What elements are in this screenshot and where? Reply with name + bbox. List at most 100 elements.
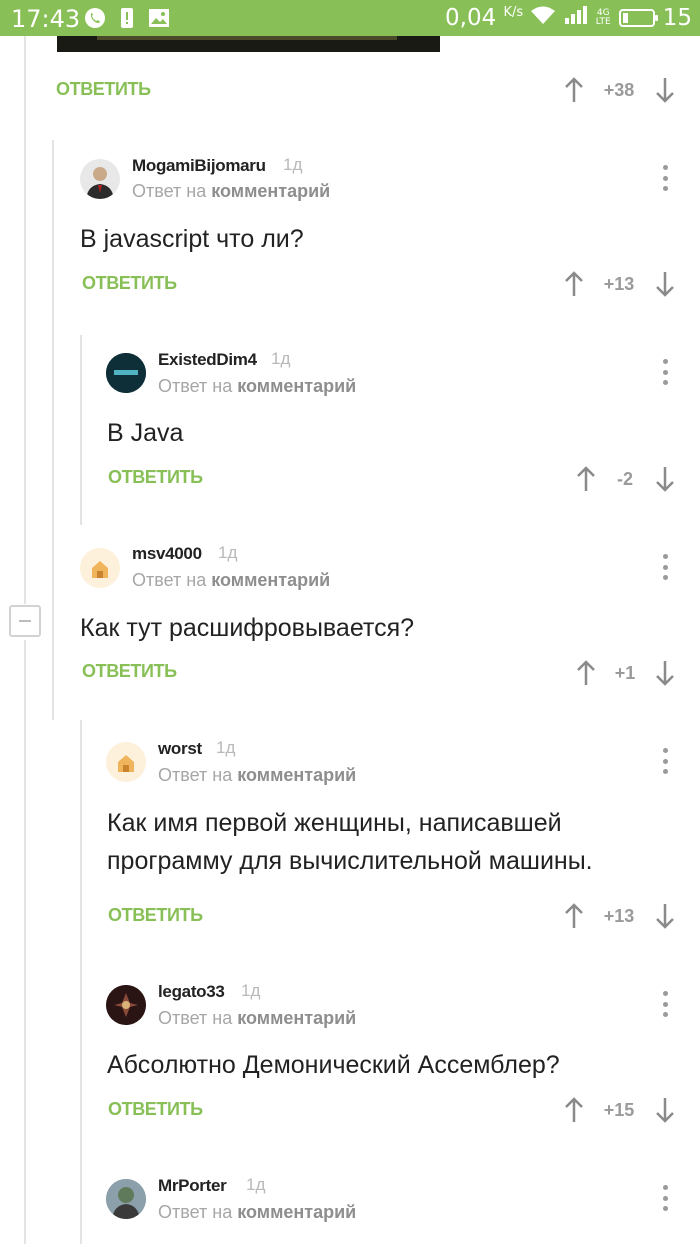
battery-icon bbox=[618, 9, 658, 27]
reply-to-link[interactable]: комментарий bbox=[237, 1008, 356, 1028]
avatar[interactable] bbox=[106, 353, 146, 393]
network-speed-unit: K/s bbox=[503, 5, 524, 20]
collapse-thread-button[interactable] bbox=[9, 605, 41, 637]
network-speed-value: 0,04 bbox=[445, 5, 497, 31]
comment-username[interactable]: legato33 bbox=[158, 982, 225, 1002]
upvote-arrow-icon[interactable] bbox=[564, 903, 584, 929]
downvote-arrow-icon[interactable] bbox=[655, 903, 675, 929]
reply-button[interactable]: ОТВЕТИТЬ bbox=[82, 661, 177, 682]
reply-to-line: Ответ на комментарий bbox=[132, 570, 330, 591]
reply-to-line: Ответ на комментарий bbox=[158, 1008, 356, 1029]
comment-username[interactable]: MrPorter bbox=[158, 1176, 227, 1196]
avatar[interactable] bbox=[106, 1179, 146, 1219]
reply-to-prefix: Ответ на bbox=[132, 181, 207, 201]
upvote-arrow-icon[interactable] bbox=[564, 1097, 584, 1123]
reply-button[interactable]: ОТВЕТИТЬ bbox=[108, 905, 203, 926]
comment-text-line: Как тут расшифровывается? bbox=[80, 614, 415, 642]
upvote-arrow-icon[interactable] bbox=[576, 660, 596, 686]
avatar[interactable] bbox=[106, 742, 146, 782]
battery-level: 15 bbox=[662, 5, 692, 31]
reply-to-link[interactable]: комментарий bbox=[211, 570, 330, 590]
downvote-arrow-icon[interactable] bbox=[655, 466, 675, 492]
comment-score: +1 bbox=[614, 663, 636, 683]
upvote-arrow-icon[interactable] bbox=[564, 271, 584, 297]
avatar[interactable] bbox=[80, 548, 120, 588]
reply-to-line: Ответ на комментарий bbox=[158, 376, 356, 397]
reply-to-link[interactable]: комментарий bbox=[237, 765, 356, 785]
avatar[interactable] bbox=[106, 985, 146, 1025]
downvote-arrow-icon[interactable] bbox=[655, 660, 675, 686]
notification-icons bbox=[84, 7, 170, 29]
reply-to-line: Ответ на комментарий bbox=[158, 765, 356, 786]
comment-score: +13 bbox=[603, 274, 635, 294]
avatar[interactable] bbox=[80, 159, 120, 199]
upvote-arrow-icon[interactable] bbox=[576, 466, 596, 492]
more-options-icon[interactable] bbox=[660, 359, 670, 385]
reply-to-line: Ответ на комментарий bbox=[158, 1202, 356, 1223]
comment-age: 1д bbox=[218, 543, 238, 562]
comment-username[interactable]: ExistedDim4 bbox=[158, 350, 257, 370]
reply-to-link[interactable]: комментарий bbox=[237, 1202, 356, 1222]
downvote-arrow-icon[interactable] bbox=[655, 77, 675, 103]
thread-line-level-2 bbox=[80, 335, 82, 525]
wifi-icon bbox=[530, 5, 556, 31]
more-options-icon[interactable] bbox=[660, 748, 670, 774]
thread-line-root bbox=[24, 36, 26, 604]
comment-text-line: В javascript что ли? bbox=[80, 225, 304, 253]
comment-text: Как тут расшифровывается? bbox=[80, 609, 414, 647]
thread-line-level-2b bbox=[80, 720, 82, 1244]
upvote-arrow-icon[interactable] bbox=[564, 77, 584, 103]
gallery-icon bbox=[148, 7, 170, 29]
comment-score: -2 bbox=[616, 469, 633, 489]
reply-to-prefix: Ответ на bbox=[158, 765, 233, 785]
reply-button[interactable]: ОТВЕТИТЬ bbox=[56, 79, 151, 100]
reply-button[interactable]: ОТВЕТИТЬ bbox=[108, 1099, 203, 1120]
comment-age: 1д bbox=[271, 349, 291, 368]
comment-text-line: программу для вычислительной машины. bbox=[107, 847, 593, 875]
network-type: 4G LTE bbox=[596, 9, 611, 27]
reply-to-prefix: Ответ на bbox=[132, 570, 207, 590]
comment-score: +38 bbox=[603, 80, 635, 100]
reply-button[interactable]: ОТВЕТИТЬ bbox=[108, 467, 203, 488]
more-options-icon[interactable] bbox=[660, 991, 670, 1017]
notification-icon bbox=[116, 7, 138, 29]
comment-text-line: Как имя первой женщины, написавшей bbox=[107, 809, 562, 837]
status-time: 17:43 bbox=[11, 5, 81, 33]
status-bar: 17:43 0,04 K/s 4G LTE 15 bbox=[0, 0, 700, 36]
reply-to-prefix: Ответ на bbox=[158, 1202, 233, 1222]
status-right: 4G LTE 15 bbox=[530, 5, 692, 31]
thread-line-level-1 bbox=[52, 140, 54, 720]
comments-screen: 17:43 0,04 K/s 4G LTE 15 ОТВЕТИТЬ +38 Mo… bbox=[0, 0, 700, 1244]
comment-score: +13 bbox=[603, 906, 635, 926]
comment-score: +15 bbox=[603, 1100, 635, 1120]
comment-username[interactable]: msv4000 bbox=[132, 544, 202, 564]
reply-to-prefix: Ответ на bbox=[158, 376, 233, 396]
comment-text-line: В Java bbox=[107, 419, 184, 447]
reply-button[interactable]: ОТВЕТИТЬ bbox=[82, 273, 177, 294]
network-type-bottom: LTE bbox=[595, 17, 611, 27]
more-options-icon[interactable] bbox=[660, 554, 670, 580]
comment-text: Абсолютно Демонический Ассемблер? bbox=[107, 1046, 560, 1084]
comment-username[interactable]: MogamiBijomaru bbox=[132, 156, 266, 176]
downvote-arrow-icon[interactable] bbox=[655, 271, 675, 297]
network-speed: 0,04 K/s bbox=[445, 5, 523, 31]
downvote-arrow-icon[interactable] bbox=[655, 1097, 675, 1123]
reply-to-line: Ответ на комментарий bbox=[132, 181, 330, 202]
reply-to-link[interactable]: комментарий bbox=[237, 376, 356, 396]
comment-username[interactable]: worst bbox=[158, 739, 202, 759]
comment-text: В Java bbox=[107, 414, 183, 452]
comment-text: В javascript что ли? bbox=[80, 220, 304, 258]
comment-age: 1д bbox=[283, 155, 303, 174]
comment-age: 1д bbox=[241, 981, 261, 1000]
comment-text: Как имя первой женщины, написавшей прогр… bbox=[107, 804, 593, 880]
comment-age: 1д bbox=[216, 738, 236, 757]
viber-icon bbox=[84, 7, 106, 29]
post-image[interactable] bbox=[57, 36, 440, 52]
reply-to-link[interactable]: комментарий bbox=[211, 181, 330, 201]
reply-to-prefix: Ответ на bbox=[158, 1008, 233, 1028]
more-options-icon[interactable] bbox=[660, 1185, 670, 1211]
signal-icon bbox=[564, 5, 588, 31]
more-options-icon[interactable] bbox=[660, 165, 670, 191]
comment-text-line: Абсолютно Демонический Ассемблер? bbox=[107, 1051, 560, 1079]
comment-age: 1д bbox=[246, 1175, 266, 1194]
